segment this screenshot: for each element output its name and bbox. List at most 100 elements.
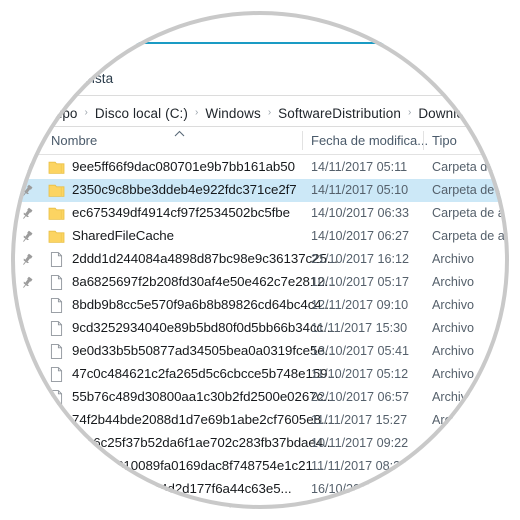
file-type: Archivo: [432, 367, 474, 381]
file-name: 8bdb9b8cc5e570f9a6b8b89826cd64bc4c4...: [72, 297, 333, 312]
file-name: 8a6825697f2b208fd30af4e50e462c7e2812...: [72, 274, 336, 289]
breadcrumb-separator: ›: [84, 107, 88, 118]
file-type: Carpeta de ar: [432, 183, 509, 197]
column-divider-1[interactable]: [302, 131, 303, 150]
file-name: SharedFileCache: [72, 228, 174, 243]
file-type: Carpeta de arc: [432, 206, 509, 220]
file-row[interactable]: 74f2b44bde2088d1d7e69b1abe2cf7605e8... 11…: [11, 409, 509, 432]
pin-icon[interactable]: [20, 230, 34, 244]
column-header-fecha[interactable]: Fecha de modifica...: [311, 133, 428, 148]
breadcrumb-item-2[interactable]: Windows: [205, 106, 260, 121]
file-row[interactable]: 9ee5ff66f9dac080701e9b7bb161ab50 14/11/20…: [11, 156, 509, 179]
breadcrumb-separator: ›: [267, 107, 272, 118]
breadcrumb-item-1[interactable]: Disco local (C:): [95, 106, 188, 121]
file-row[interactable]: 47c0c484621c2fa265d5c6cbcce5b748e159... 1…: [11, 363, 509, 386]
file-date: 11/10/2017 05:12: [311, 367, 409, 381]
tab-vista[interactable]: Vista: [83, 71, 113, 86]
file-icon: [48, 320, 65, 337]
file-name: 55b76c489d30800aa1c30b2fd2500e0267c...: [72, 389, 335, 404]
file-type: Archivo: [432, 252, 474, 266]
file-date: 11/11/2017 08:23: [311, 459, 408, 473]
file-date: 14/10/2017 06:33: [311, 206, 410, 220]
file-date: 26/10/2017: [311, 505, 374, 509]
column-header-divider: [11, 154, 509, 155]
file-name: 2ddd1d244084a4898d87bc98e9c36137c25...: [72, 251, 338, 266]
column-header-tipo[interactable]: Tipo: [432, 133, 457, 148]
file-type: Archivo: [432, 275, 474, 289]
file-name: 9e0d33b5b50877ad34505bea0a0319fce5e...: [72, 343, 336, 358]
tabstrip-divider: [11, 95, 509, 96]
file-type: Archivo: [432, 390, 474, 404]
pin-icon[interactable]: [20, 184, 34, 198]
file-type: Arc: [432, 436, 451, 450]
file-row[interactable]: 2ddd1d244084a4898d87bc98e9c36137c25... 21…: [11, 248, 509, 271]
file-row[interactable]: 55b76c489d30800aa1c30b2fd2500e0267c... 22…: [11, 386, 509, 409]
pin-icon[interactable]: [20, 276, 34, 290]
breadcrumb-item-3[interactable]: SoftwareDistribution: [278, 106, 401, 121]
file-icon: [48, 251, 65, 268]
breadcrumb-item-0[interactable]: quipo: [44, 106, 78, 121]
file-name: 0bd40a810089fa0169dac8f748754e1c21...: [72, 458, 324, 473]
file-row[interactable]: 528713b623c5d5cbc94367... 26/10/2017: [11, 501, 509, 509]
file-icon: [48, 389, 65, 406]
address-breadcrumb-bar[interactable]: quipo › Disco local (C:) › Windows › Sof…: [11, 100, 509, 127]
circular-crop-mask: Vista quipo › Disco local (C:) › Windows…: [11, 11, 509, 509]
file-date: 11/11/2017 15:30: [311, 321, 408, 335]
file-icon: [48, 366, 65, 383]
file-type: Archiv: [432, 413, 467, 427]
file-name: ec675349df4914cf97f2534502bc5fbe: [72, 205, 291, 220]
file-icon: [48, 412, 65, 429]
folder-icon: [48, 159, 65, 176]
column-divider-2[interactable]: [423, 131, 424, 150]
file-type: Archivo: [432, 321, 474, 335]
file-icon: [48, 343, 65, 360]
file-date: 10/10/2017 05:17: [311, 275, 410, 289]
file-name: 9cd3252934040e89b5bd80f0d5bb66b34cc...: [72, 320, 335, 335]
file-icon: [48, 297, 65, 314]
file-name: 47c0c484621c2fa265d5c6cbcce5b748e159...: [72, 366, 339, 381]
chevron-up-icon: [174, 130, 185, 137]
file-row[interactable]: ec675349df4914cf97f2534502bc5fbe 14/10/20…: [11, 202, 509, 225]
file-icon: [48, 504, 65, 509]
column-header-nombre[interactable]: Nombre: [51, 133, 97, 148]
folder-icon: [48, 182, 65, 199]
file-date: 22/10/2017 06:57: [311, 390, 410, 404]
file-icon: [48, 458, 65, 475]
file-row[interactable]: 8bdb9b8cc5e570f9a6b8b89826cd64bc4c4... 12…: [11, 294, 509, 317]
breadcrumb-item-4[interactable]: Download: [418, 106, 479, 121]
file-row[interactable]: SharedFileCache 14/10/2017 06:27 Carpeta d…: [11, 225, 509, 248]
file-date: 16/10/2017 12:53: [311, 482, 410, 496]
pin-icon[interactable]: [20, 253, 34, 267]
pin-icon[interactable]: [20, 207, 34, 221]
folder-icon: [48, 205, 65, 222]
file-icon: [48, 435, 65, 452]
ribbon-accent-line: [132, 42, 390, 44]
file-type: Archivo: [432, 298, 474, 312]
breadcrumb-separator: ›: [195, 107, 199, 118]
file-list: 9ee5ff66f9dac080701e9b7bb161ab50 14/11/20…: [11, 156, 509, 509]
file-date: 13/10/2017 05:41: [311, 344, 410, 358]
pin-icon[interactable]: [20, 161, 34, 175]
file-row[interactable]: 2350c9c8bbe3ddeb4e922fdc371ce2f7 14/11/20…: [11, 179, 509, 202]
file-date: 12/11/2017 09:10: [311, 298, 409, 312]
file-row[interactable]: 9e0d33b5b50877ad34505bea0a0319fce5e... 13…: [11, 340, 509, 363]
file-row[interactable]: 0bd40a810089fa0169dac8f748754e1c21... 11/…: [11, 455, 509, 478]
file-name: 9ee5ff66f9dac080701e9b7bb161ab50: [72, 159, 295, 174]
file-date: 11/11/2017 15:27: [311, 413, 408, 427]
ribbon-tabstrip: Vista: [11, 70, 509, 96]
file-explorer-window: Vista quipo › Disco local (C:) › Windows…: [11, 11, 509, 509]
file-name: 92c6c25f37b52da6f1ae702c283fb37bdae4...: [72, 435, 335, 450]
file-row[interactable]: 8a6825697f2b208fd30af4e50e462c7e2812... 1…: [11, 271, 509, 294]
file-date: 10/11/2017 09:22: [311, 436, 409, 450]
file-date: 14/11/2017 05:10: [311, 183, 409, 197]
file-name: 528713b623c5d5cbc94367...: [72, 504, 242, 509]
file-icon: [48, 481, 65, 498]
file-date: 14/10/2017 06:27: [311, 229, 410, 243]
breadcrumb-separator: ›: [407, 107, 412, 118]
file-type: Carpeta de a: [432, 160, 505, 174]
folder-icon: [48, 228, 65, 245]
file-row[interactable]: 92c6c25f37b52da6f1ae702c283fb37bdae4... 1…: [11, 432, 509, 455]
file-row[interactable]: 0b34801908ae4d2d177f6a44c63e5... 16/10/20…: [11, 478, 509, 501]
file-row[interactable]: 9cd3252934040e89b5bd80f0d5bb66b34cc... 11…: [11, 317, 509, 340]
file-type: Carpeta de arch: [432, 229, 509, 243]
